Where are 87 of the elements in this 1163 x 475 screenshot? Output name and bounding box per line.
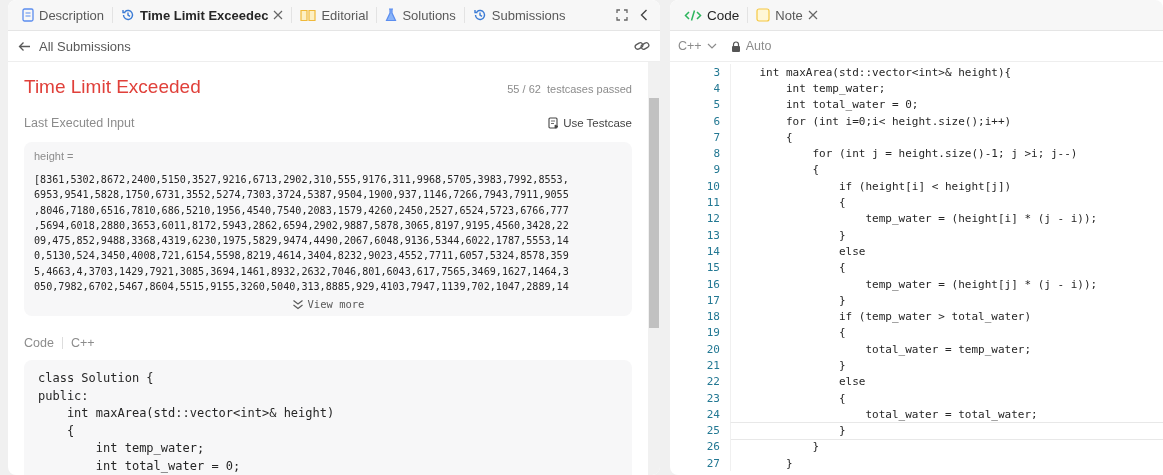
line-number: 23 xyxy=(705,391,721,405)
code-line: total_water = temp_water; xyxy=(730,341,1163,358)
code-line: } xyxy=(730,226,1163,244)
line-number: 3 xyxy=(712,65,721,79)
code-line: } xyxy=(730,357,1163,374)
code-label: Code xyxy=(24,336,54,351)
code-line: { xyxy=(730,161,1163,179)
code-line: for (int j = height.size()-1; j >i; j--) xyxy=(730,145,1163,162)
code-block: class Solution { public: int maxArea(std::vector<int>& height) { int temp_water; int total_water = 0; xyxy=(24,360,632,475)
code-line: { xyxy=(730,324,1163,342)
code-line: temp_water = (height[j] * (j - i)); xyxy=(730,275,1163,293)
panel-tab[interactable]: Note xyxy=(748,7,826,23)
code-line: { xyxy=(730,259,1163,276)
line-number: 15 xyxy=(705,261,721,275)
code-line: } xyxy=(730,455,1163,472)
line-number: 6 xyxy=(712,114,721,128)
history-icon xyxy=(472,8,487,22)
history-icon xyxy=(121,8,136,22)
view-more-button[interactable]: View more xyxy=(34,298,622,311)
document-icon xyxy=(22,8,34,22)
code-line: } xyxy=(730,438,1163,456)
code-line: } xyxy=(730,421,1163,440)
code-line: if (temp_water > total_water) xyxy=(730,308,1163,325)
use-testcase-button[interactable]: Use Testcase xyxy=(548,117,632,129)
code-line: temp_water = (height[i] * (j - i)); xyxy=(730,210,1163,227)
code-line: int total_water = 0; xyxy=(730,96,1163,113)
code-line: { xyxy=(730,389,1163,407)
panel-tab[interactable]: Code xyxy=(676,7,749,23)
all-submissions-link[interactable]: All Submissions xyxy=(39,38,131,54)
line-number: 4 xyxy=(712,81,721,95)
chevron-down-icon xyxy=(706,43,717,49)
testcases-passed-text: 55 / 62 testcases passed xyxy=(507,83,632,95)
line-number: 19 xyxy=(705,326,721,340)
double-chevron-icon xyxy=(291,298,304,310)
line-number: 25 xyxy=(705,424,721,438)
code-line: { xyxy=(730,129,1163,146)
code-line: { xyxy=(730,194,1163,211)
fullscreen-icon[interactable] xyxy=(616,9,628,21)
chevron-left-icon[interactable] xyxy=(640,9,648,21)
variable-label: height = xyxy=(34,150,75,162)
note-icon xyxy=(756,8,771,22)
flask-icon xyxy=(385,8,398,22)
code-line: else xyxy=(730,373,1163,390)
line-number: 17 xyxy=(705,293,721,307)
line-number: 14 xyxy=(705,244,721,258)
code-line: total_water = total_water; xyxy=(730,406,1163,423)
code-icon xyxy=(684,8,702,22)
book-icon xyxy=(300,8,317,22)
lock-icon xyxy=(730,40,741,52)
line-number: 8 xyxy=(712,147,721,161)
code-line: for (int i=0;i< height.size();i++) xyxy=(730,112,1163,130)
language-label: C++ xyxy=(70,336,95,351)
line-number: 27 xyxy=(705,456,721,470)
code-line: if (height[i] < height[j]) xyxy=(730,178,1163,195)
code-line: } xyxy=(730,292,1163,309)
line-number: 22 xyxy=(705,375,721,389)
back-arrow-icon[interactable] xyxy=(18,40,31,52)
panel-tab[interactable]: Editorial xyxy=(292,7,378,23)
close-icon[interactable] xyxy=(273,10,284,20)
line-number: 21 xyxy=(705,359,721,372)
scrollbar-thumb[interactable] xyxy=(649,98,659,328)
line-number: 9 xyxy=(712,163,721,177)
line-number: 7 xyxy=(712,130,721,144)
line-number: 10 xyxy=(705,179,721,193)
line-number: 13 xyxy=(705,228,721,242)
status-title: Time Limit Exceeded xyxy=(24,76,201,98)
panel-tab[interactable]: Description xyxy=(14,7,114,23)
code-line: int maxArea(std::vector<int>& height){ xyxy=(730,64,1163,81)
line-number: 11 xyxy=(705,196,721,209)
input-value: [8361,5302,8672,2400,5150,3527,9216,6713,2902,310,555,9176,311,9968,5705,3983,7992,8553, 6953,9541,5828,1750,6731,3552,5274,7303,3724,5387,9504,1900,937,1146,7266,7943,7911,9055 ,8046,7180,6516,7810,686,5210,1956,4540,7540,2083,1579,4260,2450,2527,6524,5723,6766,777 ,5694,6018,2880,3653,6011,8172,5943,2862,6594,2902,9887,5878,3065,8197,9195,4560,3428,22 09,475,852,9488,3368,4319,6230,1975,5829,9474,4490,2067,6048,9136,5344,6022,1787,5553,14 0,5130,524,3450,4008,721,6154,5598,8219,4614,3404,8232,9023,4552,7711,6057,5324,8578,359 5,4663,4,3703,1429,7921,3085,3694,1461,8932,2632,7046,801,6043,617,7565,3469,1627,1464,3 050,7982,6702,5467,8604,5515,9155,3260,5040,313,8885,929,4103,7947,1139,702,1047,2889,14 xyxy=(34,173,570,295)
line-number: 5 xyxy=(712,98,721,112)
mode-toggle[interactable]: Auto xyxy=(730,39,772,53)
panel-tab[interactable]: Submissions xyxy=(464,7,574,23)
close-icon[interactable] xyxy=(807,10,818,20)
panel-tab[interactable]: Solutions xyxy=(377,7,465,23)
panel-tab[interactable]: Time Limit Exceedec xyxy=(113,7,293,23)
link-icon[interactable] xyxy=(634,40,650,52)
line-number: 20 xyxy=(705,342,721,356)
code-line: int temp_water; xyxy=(730,80,1163,97)
line-number: 18 xyxy=(705,310,721,324)
line-number: 12 xyxy=(705,212,721,226)
line-number: 24 xyxy=(705,407,721,421)
code-line: else xyxy=(730,243,1163,260)
testcase-icon xyxy=(548,117,560,129)
line-number: 16 xyxy=(705,277,721,291)
section-title: Last Executed Input xyxy=(24,116,135,130)
line-number: 26 xyxy=(705,440,721,454)
